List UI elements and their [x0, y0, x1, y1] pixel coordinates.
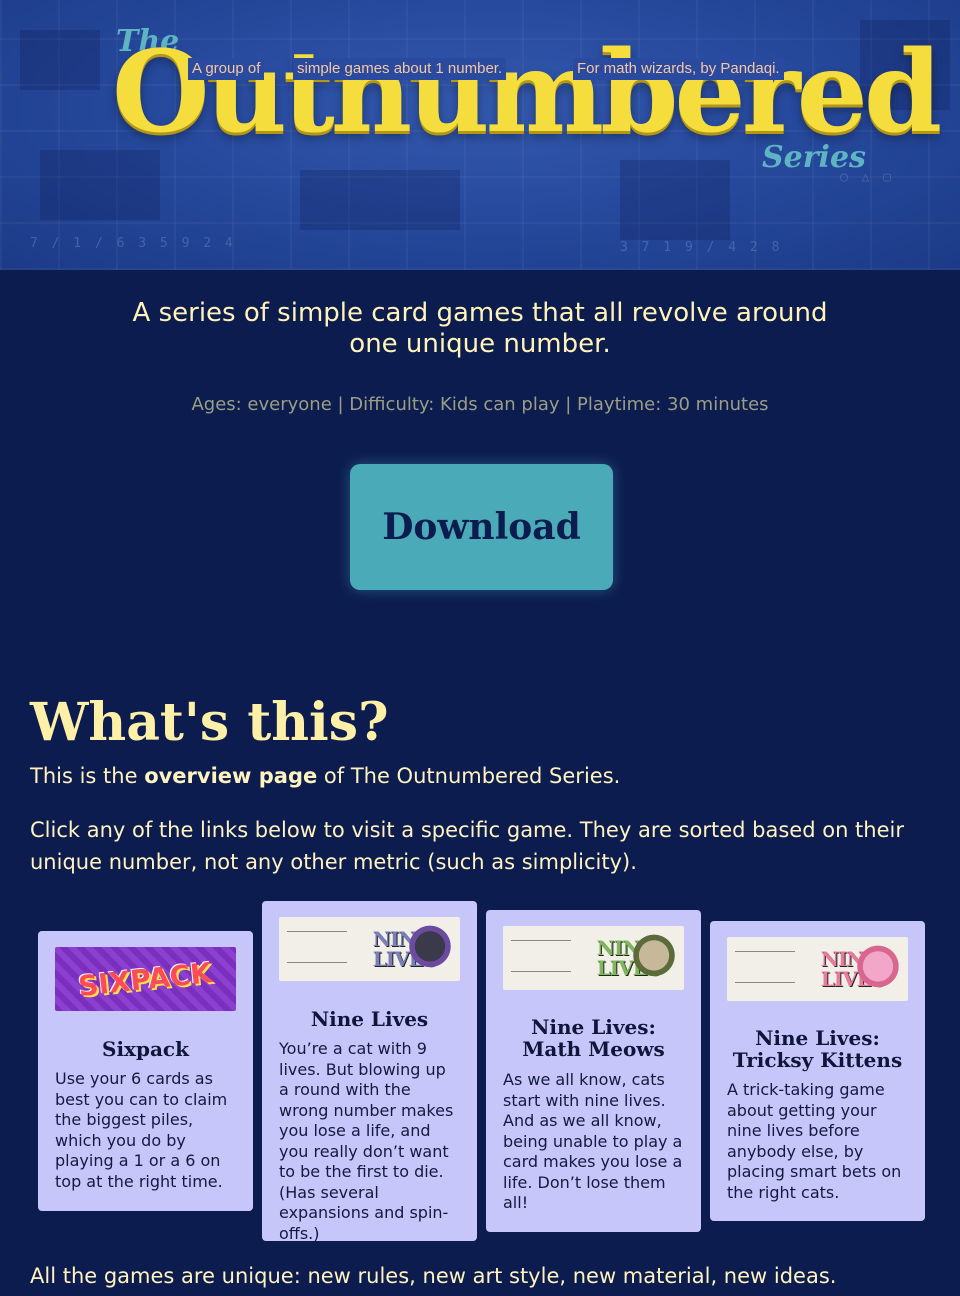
math-meows-thumbnail[interactable]: NINE LIVES	[503, 926, 684, 990]
instructions-paragraph: Click any of the links below to visit a …	[30, 818, 904, 874]
tricksy-kittens-thumbnail[interactable]: NINE LIVES	[727, 937, 908, 1001]
intro-paragraph: This is the overview page of The Outnumb…	[30, 764, 621, 788]
black-cat-icon	[406, 923, 454, 975]
nine-lives-thumbnail[interactable]: NINE LIVES	[279, 917, 460, 981]
pink-cat-icon	[854, 943, 902, 995]
closing-paragraph: All the games are unique: new rules, new…	[30, 1264, 837, 1288]
section-heading: What's this?	[30, 692, 389, 753]
game-card-title[interactable]: Nine Lives: Tricksy Kittens	[727, 1027, 908, 1071]
game-card-description: As we all know, cats start with nine liv…	[503, 1070, 683, 1212]
logo-tagline-1: A group of	[188, 58, 265, 80]
logo-series: Series	[762, 140, 866, 175]
sixpack-thumbnail[interactable]: SIXPACK	[55, 947, 236, 1011]
game-card-math-meows[interactable]: NINE LIVES Nine Lives: Math Meows As we …	[486, 910, 701, 1232]
download-button[interactable]: Download	[350, 464, 613, 590]
logo-title: Outnumbered	[112, 27, 942, 158]
game-card-description: A trick-taking game about getting your n…	[727, 1080, 902, 1202]
owl-cat-icon	[630, 932, 678, 984]
game-card-title[interactable]: Sixpack	[55, 1038, 236, 1060]
game-card-title[interactable]: Nine Lives	[279, 1008, 460, 1030]
game-card-title[interactable]: Nine Lives: Math Meows	[503, 1016, 684, 1060]
game-card-sixpack[interactable]: SIXPACK Sixpack Use your 6 cards as best…	[38, 931, 253, 1211]
game-card-tricksy-kittens[interactable]: NINE LIVES Nine Lives: Tricksy Kittens A…	[710, 921, 925, 1221]
logo-tagline-2: simple games about 1 number.	[293, 58, 507, 80]
logo-tagline-3: For math wizards, by Pandaqi.	[573, 58, 784, 80]
game-meta-info: Ages: everyone | Difficulty: Kids can pl…	[191, 394, 769, 415]
overview-page-emphasis: overview page	[144, 764, 318, 788]
game-card-nine-lives[interactable]: NINE LIVES Nine Lives You’re a cat with …	[262, 901, 477, 1243]
game-card-description: You’re a cat with 9 lives. But blowing u…	[279, 1039, 454, 1243]
header-banner: 7 / 1 / 6 3 5 9 2 4 3 7 1 9 / 4 2 8 ◯ △ …	[0, 0, 960, 270]
game-card-description: Use your 6 cards as best you can to clai…	[55, 1069, 228, 1191]
sixpack-logo-text: SIXPACK	[77, 955, 214, 1003]
page-subtitle: A series of simple card games that all r…	[132, 298, 828, 359]
